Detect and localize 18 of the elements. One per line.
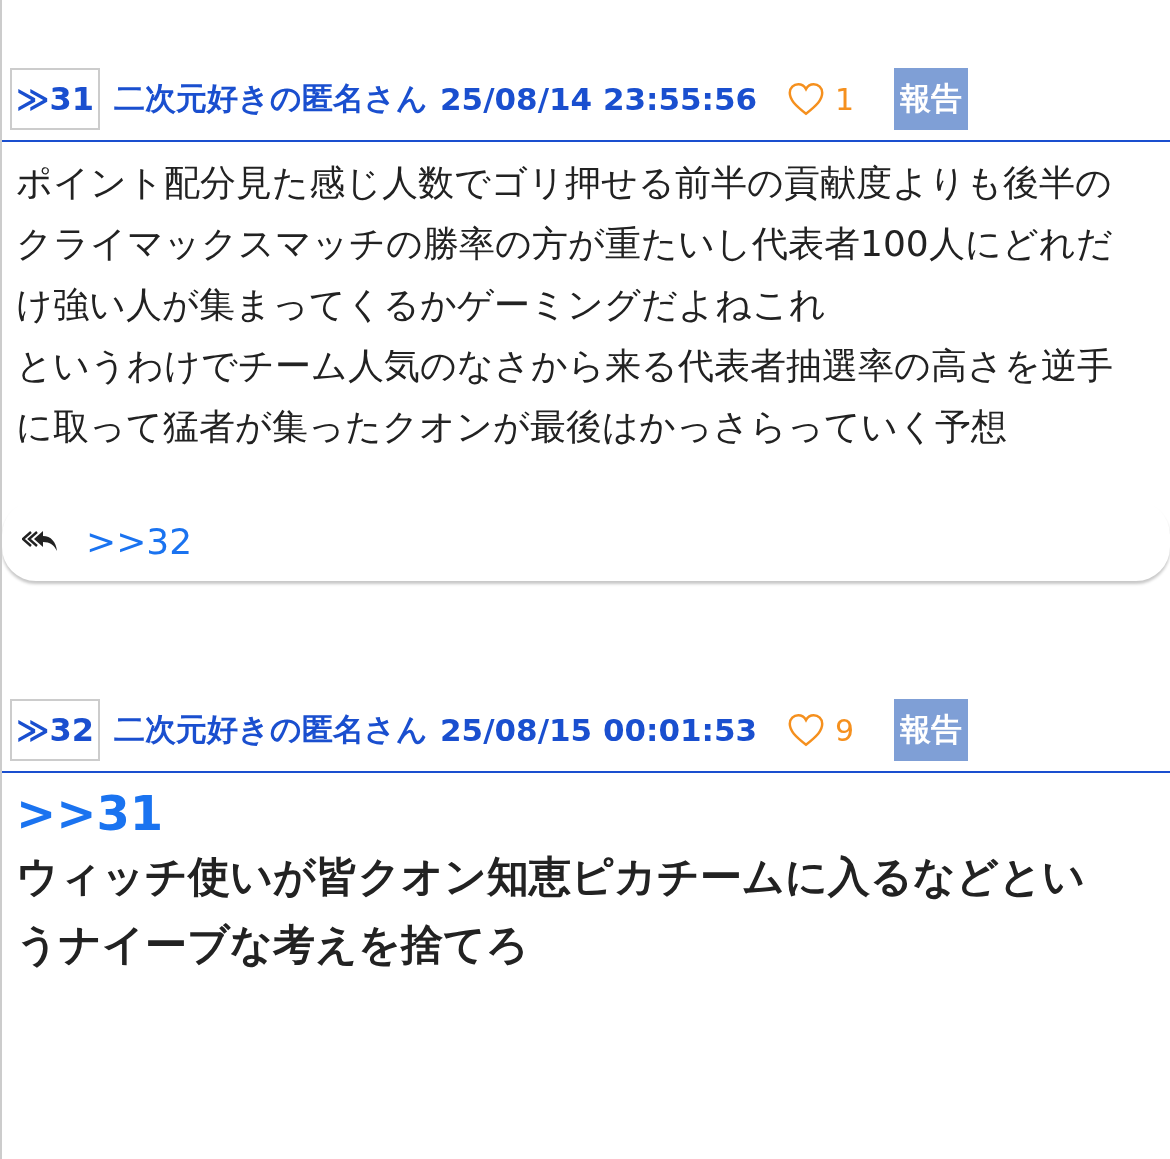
like-button[interactable]: 9 (787, 712, 855, 748)
report-button[interactable]: 報告 (894, 699, 969, 761)
post-text: ポイント配分見た感じ人数でゴリ押せる前半の貢献度よりも後半のクライマックスマッチの勝率の方が重たいし代表者100人にどれだけ強い人が集まってくるかゲーミングだよねこれ (16, 161, 1114, 327)
like-button[interactable]: 1 (787, 81, 855, 117)
post-text: というわけでチーム人気のなさから来る代表者抽選率の高さを逆手に取って猛者が集ったクオンが最後はかっさらっていく予想 (16, 344, 1114, 449)
poster-name: 二次元好きの匿名さん (114, 79, 429, 118)
post-text: ウィッチ使いが皆クオン知恵ピカチームに入るなどというナイーブな考えを捨てろ (16, 851, 1086, 971)
heart-icon (787, 82, 826, 116)
quote-link[interactable]: >>31 (16, 783, 1126, 843)
post-date: 25/08/14 23:55:56 (440, 81, 758, 117)
post-number-link[interactable]: ≫31 (10, 68, 101, 130)
reply-link[interactable]: >>32 (86, 520, 193, 562)
heart-icon (787, 713, 826, 747)
poster-name: 二次元好きの匿名さん (114, 710, 429, 749)
post-number-link[interactable]: ≫32 (10, 699, 101, 761)
report-button[interactable]: 報告 (894, 68, 969, 130)
post-date: 25/08/15 00:01:53 (440, 712, 758, 748)
reply-all-icon (22, 530, 58, 552)
